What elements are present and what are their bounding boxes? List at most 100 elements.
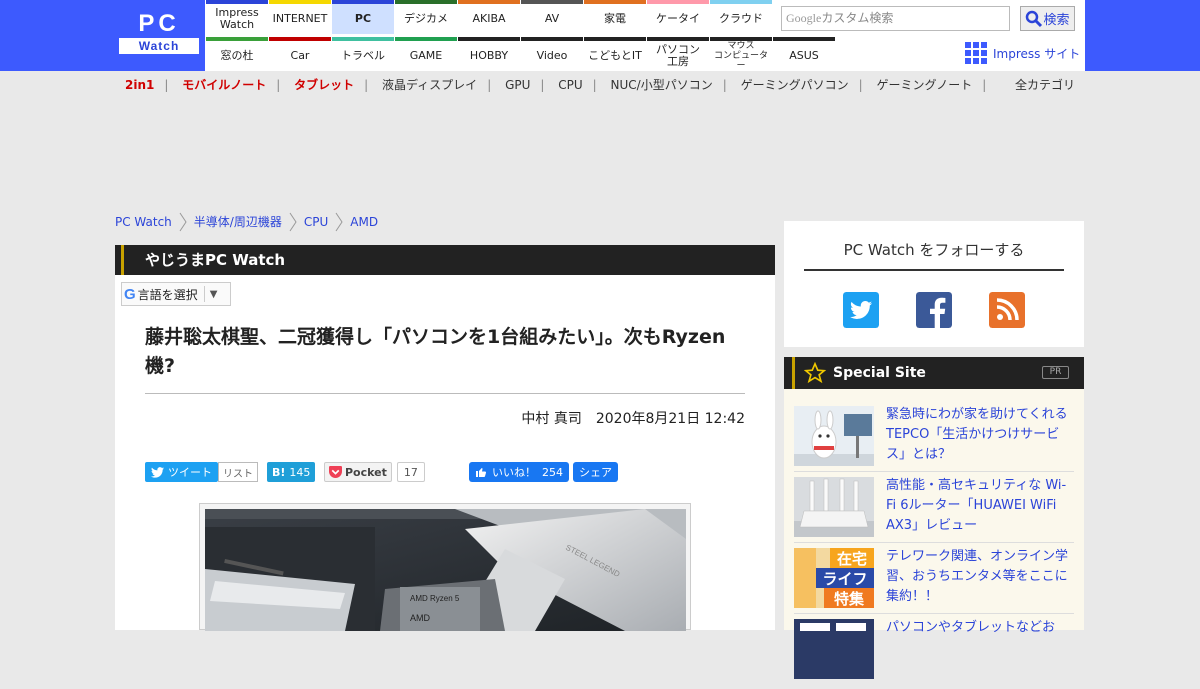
pocket-count: 17 bbox=[396, 462, 425, 482]
nav-car[interactable]: Car bbox=[269, 37, 331, 70]
breadcrumb-item[interactable]: PC Watch bbox=[115, 212, 172, 232]
subnav-item[interactable]: GPU bbox=[505, 77, 530, 93]
tweet-button[interactable]: ツイート bbox=[145, 462, 218, 482]
nav-label: Impress Watch bbox=[215, 6, 259, 31]
pocket-icon bbox=[329, 466, 342, 478]
follow-box: PC Watch をフォローする bbox=[784, 221, 1084, 347]
site-header: PC Watch Impress Watch INTERNET PC デジカメ … bbox=[0, 0, 1200, 71]
nav-madonomori[interactable]: 窓の杜 bbox=[206, 37, 268, 70]
facebook-share-button[interactable]: シェア bbox=[573, 462, 618, 482]
subnav-item[interactable]: モバイルノート bbox=[182, 77, 266, 93]
nav-kaden[interactable]: 家電 bbox=[584, 0, 646, 34]
hatena-share: B! 145 bbox=[267, 462, 316, 482]
nav-av[interactable]: AV bbox=[521, 0, 583, 34]
nav-cloud[interactable]: クラウド bbox=[710, 0, 772, 34]
translate-select[interactable]: G 言語を選択 ▼ bbox=[121, 282, 231, 306]
breadcrumb: PC Watch 半導体/周辺機器 CPU AMD bbox=[115, 212, 378, 232]
subnav-item[interactable]: NUC/小型パソコン bbox=[611, 77, 713, 93]
nav-label: INTERNET bbox=[272, 12, 328, 25]
author: 中村 真司 bbox=[521, 411, 582, 427]
item-title[interactable]: 高性能・高セキュリティな Wi-Fi 6ルーター「HUAWEI WiFi AX3… bbox=[886, 476, 1074, 536]
nav-label: ASUS bbox=[789, 48, 819, 62]
breadcrumb-item[interactable]: AMD bbox=[350, 212, 378, 232]
nav-hobby[interactable]: HOBBY bbox=[458, 37, 520, 70]
subnav-item[interactable]: 液晶ディスプレイ bbox=[382, 77, 477, 93]
tweet-share: ツイート リスト bbox=[145, 462, 258, 482]
nav-mouse-computer[interactable]: マウス コンピューター bbox=[710, 37, 772, 71]
nav-pc[interactable]: PC bbox=[332, 0, 394, 34]
rss-icon[interactable] bbox=[989, 292, 1025, 328]
nav-label: AV bbox=[544, 12, 560, 25]
search-icon bbox=[1026, 10, 1043, 27]
thumb-text: 在宅 bbox=[837, 550, 867, 568]
nav-akiba[interactable]: AKIBA bbox=[458, 0, 520, 34]
item-title[interactable]: パソコンやタブレットなどお bbox=[886, 618, 1074, 638]
facebook-share: いいね！ 254 シェア bbox=[469, 462, 618, 482]
dropdown-arrow-icon: ▼ bbox=[209, 288, 218, 300]
search-input[interactable]: Googleカスタム検索 bbox=[781, 6, 1010, 31]
pocket-button[interactable]: Pocket bbox=[324, 462, 392, 482]
facebook-icon[interactable] bbox=[916, 292, 952, 328]
search-button-label: 検索 bbox=[1043, 13, 1070, 28]
site-logo[interactable]: PC Watch bbox=[119, 12, 199, 56]
subnav-item[interactable]: CPU bbox=[558, 77, 582, 93]
twitter-icon[interactable] bbox=[843, 292, 879, 328]
nav-kodomo-it[interactable]: こどもとIT bbox=[584, 37, 646, 70]
breadcrumb-item[interactable]: CPU bbox=[304, 212, 328, 232]
publish-date: 2020年8月21日 12:42 bbox=[595, 411, 745, 427]
nav-video[interactable]: Video bbox=[521, 37, 583, 70]
subnav-item[interactable]: 2in1 bbox=[125, 77, 154, 93]
svg-text:AMD Ryzen 5: AMD Ryzen 5 bbox=[410, 594, 460, 603]
article-photo[interactable]: AMD Ryzen 5 AMD STEEL LEGEND bbox=[205, 509, 686, 631]
translate-label: 言語を選択 bbox=[137, 287, 198, 302]
chevron-right-icon bbox=[179, 212, 187, 232]
nav-label: 窓の杜 bbox=[220, 48, 254, 62]
thumb-text: 特集 bbox=[834, 590, 865, 608]
nav-asus[interactable]: ASUS bbox=[773, 37, 835, 70]
nav-label: PC bbox=[354, 12, 372, 25]
article-main: やじうまPC Watch G 言語を選択 ▼ 藤井聡太棋聖、二冠獲得し「パソコン… bbox=[115, 245, 775, 631]
search-button[interactable]: 検索 bbox=[1020, 6, 1075, 31]
facebook-like-button[interactable]: いいね！ 254 bbox=[469, 462, 569, 482]
nav-label: AKIBA bbox=[472, 12, 506, 25]
section-title[interactable]: やじうまPC Watch bbox=[145, 245, 285, 275]
google-g-icon: G bbox=[124, 285, 136, 303]
hatena-count: 145 bbox=[289, 465, 311, 479]
list-item[interactable]: 在宅 ライフ 特集 テレワーク関連、オンライン学習、おうちエンタメ等をここに集約… bbox=[794, 548, 1074, 618]
breadcrumb-item[interactable]: 半導体/周辺機器 bbox=[194, 212, 282, 232]
nav-pasokon-kobo[interactable]: パソコン 工房 bbox=[647, 37, 709, 70]
special-site-title: Special Site bbox=[833, 365, 926, 381]
nav-label: パソコン 工房 bbox=[656, 42, 700, 68]
nav-label: クラウド bbox=[719, 12, 763, 25]
title-divider bbox=[145, 393, 745, 394]
share-label: シェア bbox=[579, 466, 612, 479]
nav-travel[interactable]: トラベル bbox=[332, 37, 394, 70]
special-site-list: 緊急時にわが家を助けてくれるTEPCO「生活かけつけサービス」とは？ 高性能・高… bbox=[784, 389, 1084, 679]
section-header: やじうまPC Watch bbox=[115, 245, 775, 275]
pocket-share: Pocket 17 bbox=[324, 462, 425, 482]
all-categories-link[interactable]: 全カテゴリ bbox=[1015, 77, 1075, 93]
hatena-bookmark-button[interactable]: B! 145 bbox=[267, 462, 316, 482]
impress-site-link[interactable]: Impress サイト bbox=[965, 42, 1080, 64]
star-icon bbox=[804, 362, 826, 384]
svg-text:AMD: AMD bbox=[410, 613, 431, 623]
nav-keitai[interactable]: ケータイ bbox=[647, 0, 709, 34]
search-placeholder: カスタム検索 bbox=[821, 11, 894, 25]
nav-label: GAME bbox=[409, 48, 443, 62]
nav-internet[interactable]: INTERNET bbox=[269, 0, 331, 34]
list-item[interactable]: 高性能・高セキュリティな Wi-Fi 6ルーター「HUAWEI WiFi AX3… bbox=[794, 477, 1074, 547]
item-title[interactable]: テレワーク関連、オンライン学習、おうちエンタメ等をここに集約！！ bbox=[886, 547, 1074, 607]
subnav-item[interactable]: ゲーミングノート bbox=[877, 77, 973, 93]
nav-dejikame[interactable]: デジカメ bbox=[395, 0, 457, 34]
list-item[interactable]: 緊急時にわが家を助けてくれるTEPCO「生活かけつけサービス」とは？ bbox=[794, 406, 1074, 476]
like-label: いいね！ bbox=[492, 466, 536, 479]
subnav-item[interactable]: ゲーミングパソコン bbox=[741, 77, 849, 93]
item-title[interactable]: 緊急時にわが家を助けてくれるTEPCO「生活かけつけサービス」とは？ bbox=[886, 405, 1074, 465]
twitter-list-button[interactable]: リスト bbox=[218, 462, 258, 482]
nav-game[interactable]: GAME bbox=[395, 37, 457, 70]
grid-icon bbox=[965, 42, 987, 64]
subnav-item[interactable]: タブレット bbox=[294, 77, 354, 93]
article-photo-frame: AMD Ryzen 5 AMD STEEL LEGEND bbox=[199, 503, 691, 631]
thumbs-up-icon bbox=[476, 468, 487, 477]
nav-impress-watch[interactable]: Impress Watch bbox=[206, 0, 268, 34]
